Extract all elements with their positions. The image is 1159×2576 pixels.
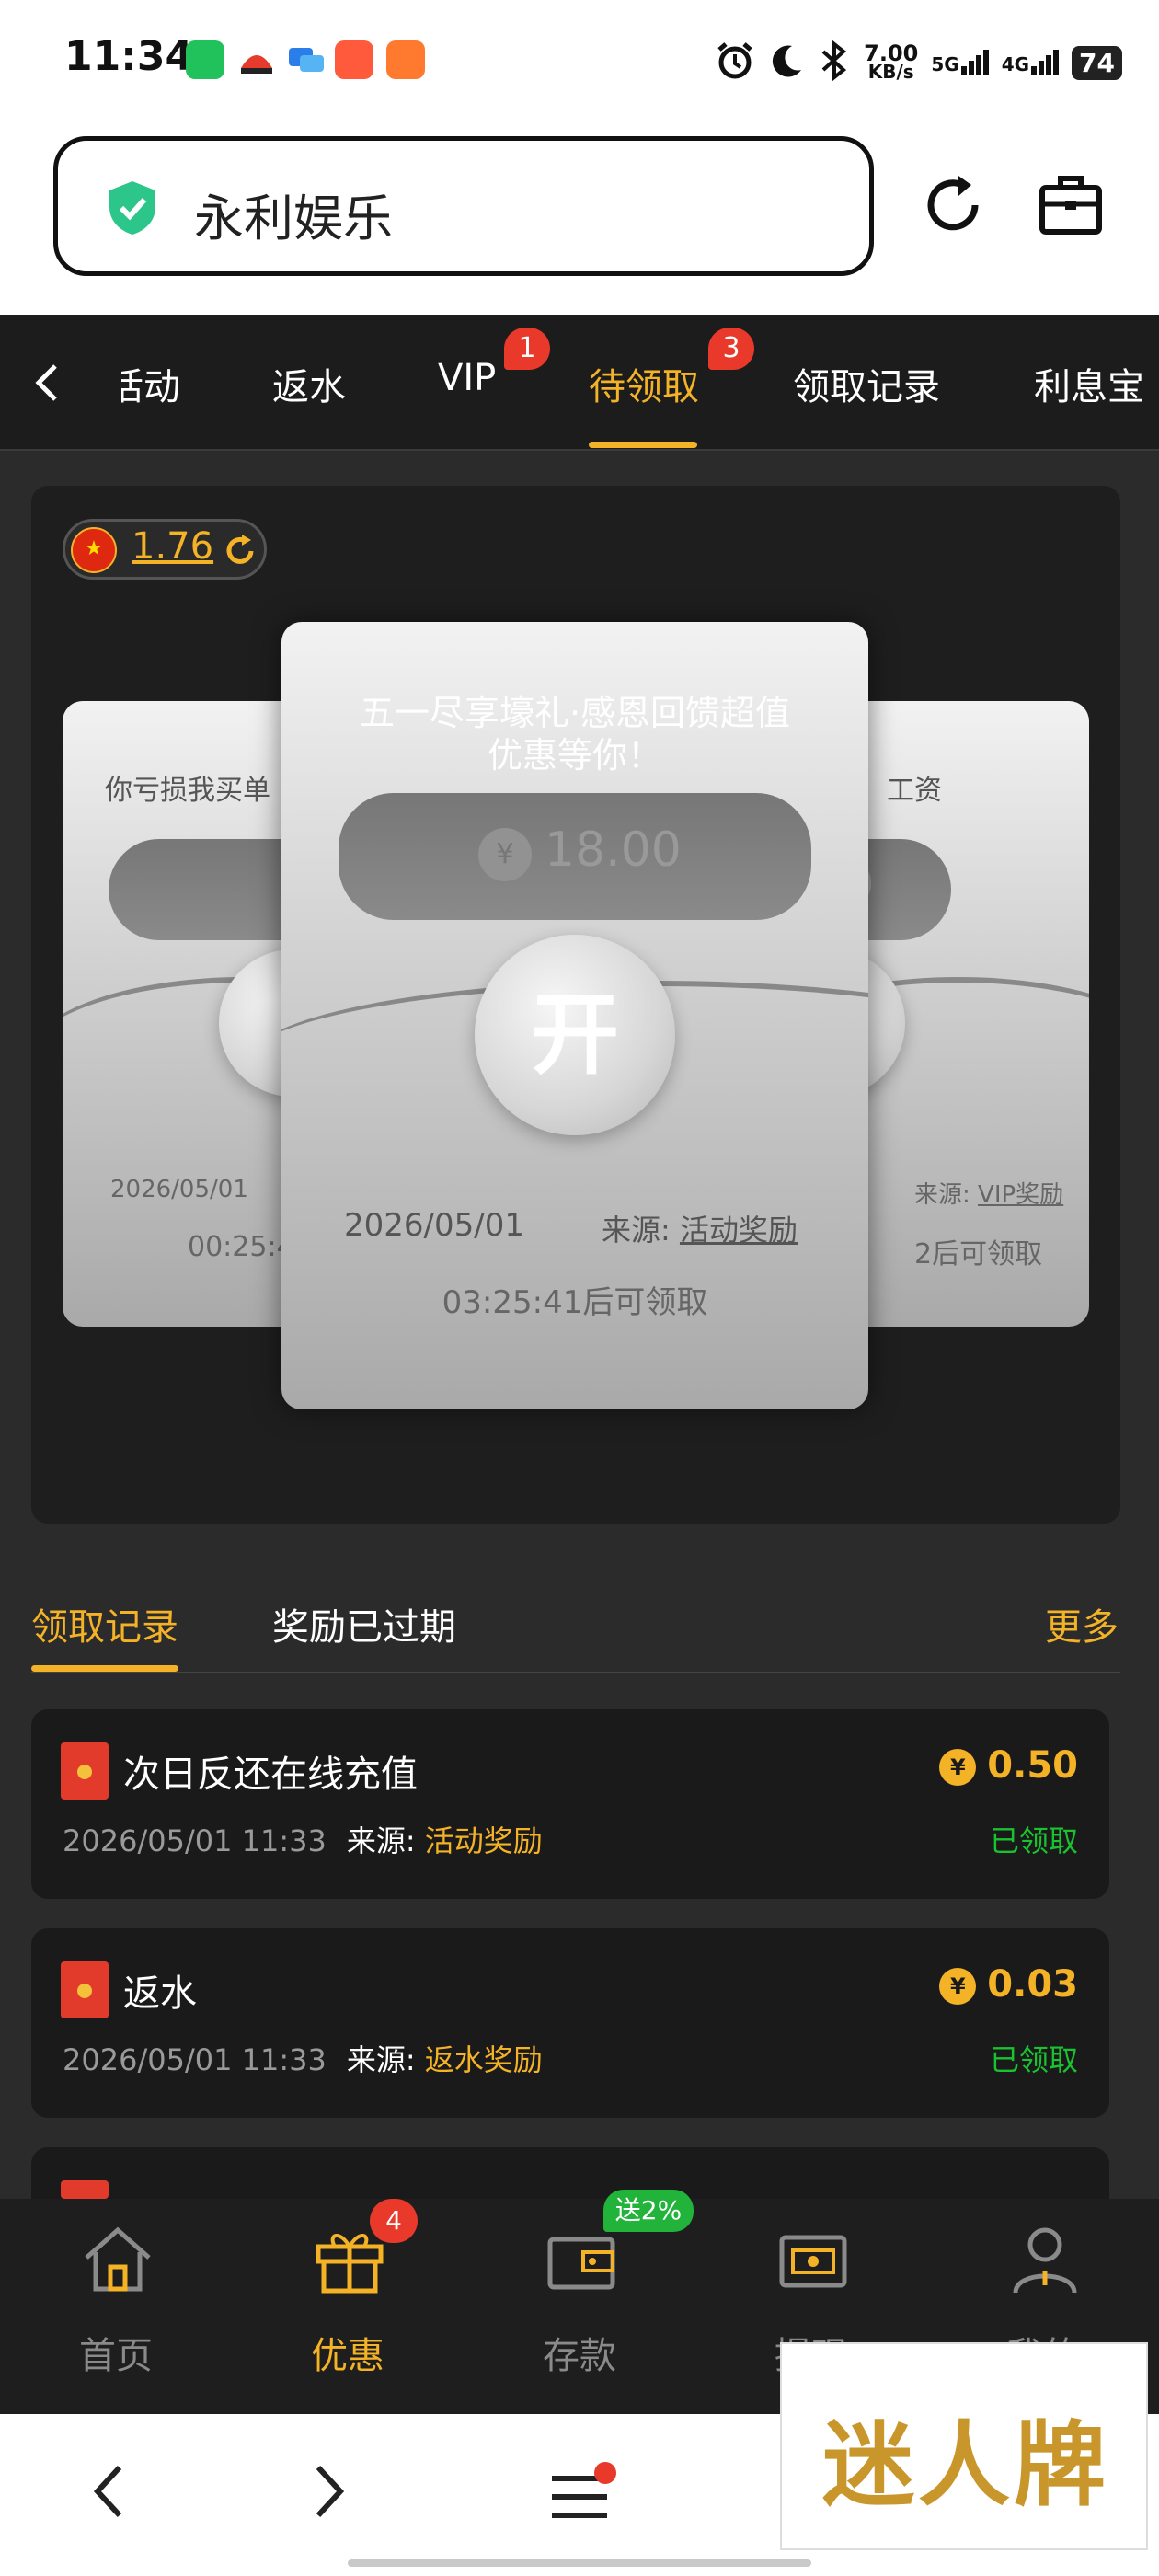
deposit-bonus-badge: 送2%	[603, 2190, 694, 2232]
yuan-coin-icon: ¥	[478, 828, 532, 881]
pending-badge: 3	[708, 328, 754, 370]
reload-icon[interactable]	[918, 170, 988, 240]
card-left-title: 你亏损我买单	[105, 775, 270, 807]
yuan-coin-icon: ¥	[939, 1968, 977, 2005]
signal-4g: 4G	[1002, 50, 1060, 75]
record-title: 返水	[123, 1972, 197, 2015]
card-center-title-line2: 优惠等你！	[487, 735, 662, 776]
tab-pending[interactable]: 待领取	[589, 357, 699, 410]
back-icon[interactable]	[90, 2462, 127, 2524]
battery-indicator: 74	[1072, 45, 1122, 80]
card-left-countdown: 00:25:4	[188, 1231, 294, 1263]
toolbox-icon[interactable]	[1038, 173, 1104, 237]
record-item[interactable]: 次日反还在线充值 2026/05/01 11:33 来源: 活动奖励 ¥0.50 …	[31, 1709, 1109, 1899]
active-records-tab-indicator	[31, 1665, 178, 1672]
tab-records[interactable]: 领取记录	[31, 1597, 178, 1650]
clock: 11:34	[64, 33, 194, 80]
card-right-countdown: 2后可领取	[914, 1238, 1043, 1271]
chevron-left-icon[interactable]	[33, 362, 61, 407]
bottom-tab-deposit[interactable]: 存款 送2%	[488, 2190, 694, 2414]
home-indicator[interactable]	[348, 2559, 811, 2567]
app-grid-icon	[335, 40, 373, 79]
record-amount: ¥0.03	[939, 1963, 1078, 2006]
card-center-amount: 18.00	[545, 822, 682, 878]
record-amount: ¥0.50	[939, 1744, 1078, 1787]
card-center-source: 来源: 活动奖励	[602, 1213, 798, 1248]
status-icons: 7.00 KB/s 5G 4G 74	[715, 35, 1122, 90]
signal-5g: 5G	[931, 50, 989, 75]
tab-interest[interactable]: 利息宝	[1034, 357, 1144, 410]
forward-icon[interactable]	[311, 2462, 348, 2524]
promotions-badge: 4	[370, 2199, 418, 2243]
card-center-countdown: 03:25:41后可领取	[442, 1284, 708, 1321]
shield-icon	[106, 179, 159, 236]
cash-icon	[779, 2235, 847, 2288]
vip-badge: 1	[504, 328, 550, 370]
card-center-date: 2026/05/01	[344, 1207, 524, 1244]
refresh-icon[interactable]	[222, 533, 258, 569]
home-icon	[85, 2226, 151, 2292]
bluetooth-icon	[818, 40, 851, 85]
app-view: 活动 返水 VIP 1 待领取 3 领取记录 利息宝 ★ 1.76 你亏损我买单…	[0, 315, 1159, 2414]
bottom-tab-promotions[interactable]: 优惠 4	[256, 2199, 440, 2414]
card-center-open-button[interactable]: 开	[475, 935, 675, 1135]
red-envelope-icon	[61, 1742, 109, 1800]
tab-divider	[31, 1672, 1120, 1673]
bottom-tab-home[interactable]: 首页	[24, 2199, 208, 2414]
card-right-title: 工资	[887, 775, 942, 807]
category-nav: 活动 返水 VIP 1 待领取 3 领取记录 利息宝	[0, 315, 1159, 451]
record-item[interactable]: 返水 2026/05/01 11:33 来源: 返水奖励 ¥0.03 已领取	[31, 1928, 1109, 2118]
user-icon	[1013, 2227, 1077, 2294]
app-pig-icon	[386, 40, 425, 79]
active-tab-indicator	[589, 442, 697, 448]
red-envelope-icon	[61, 1961, 109, 2018]
wechat-icon	[186, 40, 224, 79]
record-meta: 2026/05/01 11:33 来源: 返水奖励	[63, 2042, 543, 2077]
address-text: 永利娱乐	[194, 190, 393, 247]
card-left-date: 2026/05/01	[110, 1176, 248, 1203]
china-flag-icon: ★	[71, 527, 117, 573]
tab-expired[interactable]: 奖励已过期	[272, 1597, 456, 1650]
tab-rebate[interactable]: 返水	[272, 357, 346, 410]
record-status: 已领取	[989, 1823, 1078, 1858]
card-center-amount-pill: ¥ 18.00	[339, 793, 811, 920]
reward-panel: ★ 1.76 你亏损我买单 2026/05/01 00:25:4 工资 00 来…	[31, 486, 1120, 1524]
more-link[interactable]: 更多	[1045, 1597, 1119, 1650]
record-item-partial[interactable]	[31, 2147, 1109, 2217]
yuan-coin-icon: ¥	[939, 1749, 977, 1786]
alarm-icon	[715, 40, 755, 85]
reward-card-center[interactable]: 五一尽享壕礼·感恩回馈超值 优惠等你！ ¥ 18.00 开 2026/05/01…	[281, 622, 868, 1409]
red-envelope-icon	[61, 2180, 109, 2217]
moon-icon	[768, 42, 805, 83]
chat-icon	[287, 40, 326, 79]
balance-value: 1.76	[132, 525, 214, 568]
record-meta: 2026/05/01 11:33 来源: 活动奖励	[63, 1823, 543, 1858]
wallet-icon	[547, 2237, 615, 2290]
watermark-logo: 迷人牌	[780, 2342, 1148, 2550]
tab-activity[interactable]: 活动	[121, 357, 180, 410]
card-right-source: 来源: VIP奖励	[914, 1181, 1064, 1209]
record-title: 次日反还在线充值	[123, 1754, 418, 1796]
app-notification-icon	[237, 40, 276, 79]
network-speed: 7.00 KB/s	[864, 40, 919, 83]
menu-icon[interactable]	[548, 2462, 622, 2530]
balance-pill[interactable]: ★ 1.76	[63, 519, 267, 580]
card-center-source-link[interactable]: 活动奖励	[680, 1213, 798, 1248]
tab-vip[interactable]: VIP	[438, 357, 496, 399]
address-bar[interactable]: 永利娱乐	[53, 136, 874, 276]
tab-claim-history[interactable]: 领取记录	[793, 357, 940, 410]
status-bar: 11:34 7.00 KB/s 5G 4G 74	[0, 0, 1159, 129]
record-status: 已领取	[989, 2042, 1078, 2077]
